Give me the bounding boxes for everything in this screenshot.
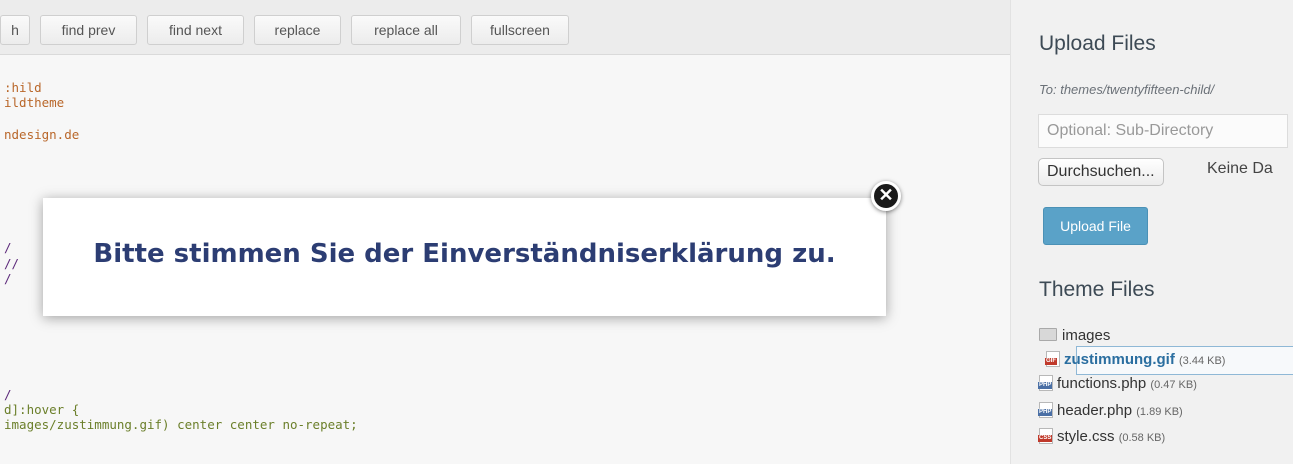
gif-file-icon: GIF bbox=[1045, 351, 1060, 367]
theme-files-heading: Theme Files bbox=[1039, 278, 1155, 301]
code-line: images/zustimmung.gif) center center no-… bbox=[4, 417, 358, 432]
code-line: :hild bbox=[4, 80, 42, 95]
browse-button[interactable]: Durchsuchen... bbox=[1038, 158, 1164, 186]
file-name: style.css bbox=[1057, 428, 1115, 445]
php-file-icon: PHP bbox=[1038, 402, 1053, 418]
editor-toolbar: h find prev find next replace replace al… bbox=[0, 0, 1010, 55]
folder-label: images bbox=[1062, 327, 1111, 344]
file-functions-php[interactable]: PHP functions.php (0.47 KB) bbox=[1038, 375, 1197, 392]
code-line: // bbox=[4, 256, 20, 271]
upload-files-heading: Upload Files bbox=[1039, 32, 1156, 55]
file-size: (1.89 KB) bbox=[1136, 406, 1183, 418]
subdirectory-input[interactable]: Optional: Sub-Directory bbox=[1038, 114, 1288, 148]
sidebar: Upload Files To: themes/twentyfifteen-ch… bbox=[1011, 0, 1293, 464]
fullscreen-button[interactable]: fullscreen bbox=[471, 15, 569, 45]
find-next-button[interactable]: find next bbox=[147, 15, 244, 45]
folder-icon bbox=[1039, 328, 1057, 341]
dialog-message: Bitte stimmen Sie der Einverständniserkl… bbox=[93, 239, 836, 269]
replace-all-button[interactable]: replace all bbox=[351, 15, 461, 45]
consent-dialog: Bitte stimmen Sie der Einverständniserkl… bbox=[43, 198, 886, 316]
folder-images[interactable]: images bbox=[1039, 327, 1110, 344]
file-zustimmung-gif[interactable]: GIF zustimmung.gif (3.44 KB) bbox=[1045, 351, 1226, 368]
file-style-css[interactable]: CSS style.css (0.58 KB) bbox=[1038, 428, 1166, 445]
file-size: (0.58 KB) bbox=[1118, 432, 1166, 444]
search-button[interactable]: h bbox=[0, 15, 30, 45]
file-size: (3.44 KB) bbox=[1179, 355, 1226, 367]
file-name: functions.php bbox=[1057, 375, 1147, 392]
upload-file-button[interactable]: Upload File bbox=[1043, 207, 1148, 245]
code-line: ndesign.de bbox=[4, 127, 80, 142]
file-size: (0.47 KB) bbox=[1150, 379, 1197, 391]
code-line: / bbox=[4, 240, 12, 255]
close-icon[interactable]: ✕ bbox=[871, 181, 901, 211]
file-name: zustimmung.gif bbox=[1064, 351, 1175, 368]
code-line: d]:hover { bbox=[4, 402, 80, 417]
find-prev-button[interactable]: find prev bbox=[40, 15, 137, 45]
upload-target-path: To: themes/twentyfifteen-child/ bbox=[1039, 82, 1215, 97]
file-name: header.php bbox=[1057, 402, 1133, 419]
replace-button[interactable]: replace bbox=[254, 15, 341, 45]
file-header-php[interactable]: PHP header.php (1.89 KB) bbox=[1038, 402, 1183, 419]
php-file-icon: PHP bbox=[1038, 375, 1053, 391]
no-file-selected-text: Keine Da bbox=[1207, 160, 1273, 177]
code-line: / bbox=[4, 271, 12, 286]
code-line: ildtheme bbox=[4, 95, 65, 110]
code-line: / bbox=[4, 387, 12, 402]
css-file-icon: CSS bbox=[1038, 428, 1053, 444]
